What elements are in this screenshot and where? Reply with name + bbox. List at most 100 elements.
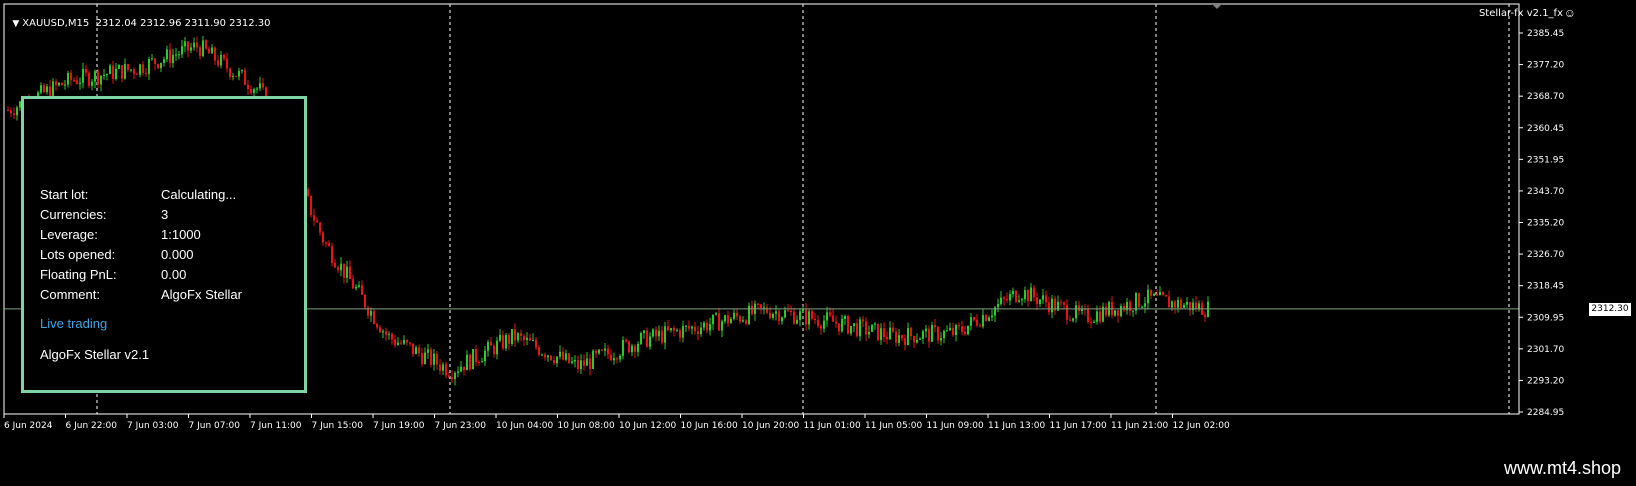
candle-body [478,361,480,363]
candle-body [919,338,921,340]
candle-body [454,372,456,380]
candle-body [703,322,705,328]
candle-body [1078,305,1080,311]
candle-body [637,343,639,352]
candle-body [61,82,63,86]
candle-body [148,58,150,74]
candle-body [718,313,720,331]
candle-body [934,325,936,328]
candle-body [805,309,807,325]
time-tick-label: 7 Jun 07:00 [189,421,241,431]
candle-body [664,326,666,343]
candle-body [151,58,153,60]
candle-body [1042,295,1044,300]
candle-body [1147,289,1149,304]
time-tick-label: 10 Jun 08:00 [558,421,615,431]
time-tick-label: 7 Jun 19:00 [373,421,425,431]
candle-body [112,65,114,80]
candle-body [688,325,690,329]
candle-body [121,65,123,79]
candle-body [1114,310,1116,316]
panel-row: Comment: AlgoFx Stellar [40,287,242,302]
candle-body [658,330,660,337]
price-tick-label: 2377.20 [1527,61,1564,71]
candle-body [964,331,966,335]
candle-body [745,320,747,324]
candle-body [817,319,819,326]
candle-body [1159,291,1161,296]
price-tick-label: 2343.70 [1527,187,1564,197]
candle-body [1003,297,1005,299]
candle-body [889,327,891,340]
candle-body [655,329,657,337]
candle-body [589,358,591,369]
candle-body [7,110,9,112]
candle-body [85,69,87,73]
candle-body [379,327,381,333]
live-trading-link[interactable]: Live trading [40,316,107,331]
candle-body [1165,294,1167,297]
panel-row: Lots opened: 0.000 [40,247,194,262]
candle-body [361,285,363,295]
candle-body [856,323,858,337]
price-tick-label: 2293.20 [1527,376,1564,386]
candle-body [604,348,606,351]
candle-body [697,331,699,335]
candle-body [220,54,222,66]
price-tick-label: 2351.95 [1527,155,1564,165]
candle-body [325,242,327,244]
candle-body [529,337,531,341]
candle-body [154,58,156,64]
panel-row-value: 3 [161,207,169,222]
candle-body [109,65,111,75]
time-tick-label: 10 Jun 04:00 [496,421,553,431]
candle-body [796,319,798,324]
candle-body [487,341,489,351]
symbol-dropdown-icon[interactable]: ▼ [12,19,19,29]
candle-body [670,328,672,331]
footer-bar: www.mt4.shop [0,454,1636,486]
candle-body [1153,293,1155,296]
candle-body [706,322,708,331]
candle-body [1051,298,1053,313]
panel-row: Floating PnL: 0.00 [40,267,186,282]
candle-body [886,336,888,340]
candle-body [910,327,912,337]
candle-body [160,62,162,69]
candle-body [841,318,843,332]
candle-body [226,58,228,69]
candle-body [349,266,351,280]
smiley-icon[interactable]: ☺ [1564,7,1576,19]
candle-body [694,326,696,332]
candle-body [976,319,978,326]
time-tick-label: 10 Jun 12:00 [619,421,676,431]
candle-body [472,349,474,370]
candle-body [880,328,882,341]
candle-body [946,330,948,332]
candle-body [397,342,399,345]
candle-body [457,371,459,373]
candle-body [139,64,141,75]
candle-body [532,339,534,341]
candle-body [439,364,441,371]
candle-body [826,312,828,321]
candle-body [712,314,714,325]
candle-body [412,343,414,355]
candle-body [118,65,120,69]
candle-body [208,48,210,54]
candle-body [370,311,372,316]
candle-body [475,349,477,362]
candle-body [598,349,600,354]
candle-body [1033,287,1035,298]
candle-body [124,64,126,79]
candle-body [223,54,225,59]
chart-shift-marker-icon[interactable] [1212,4,1222,9]
candle-body [499,335,501,341]
candle-body [247,85,249,89]
candle-body [700,327,702,335]
candle-body [850,326,852,334]
candle-body [1123,306,1125,311]
candle-body [511,329,513,344]
candle-body [553,360,555,364]
candle-body [568,353,570,363]
